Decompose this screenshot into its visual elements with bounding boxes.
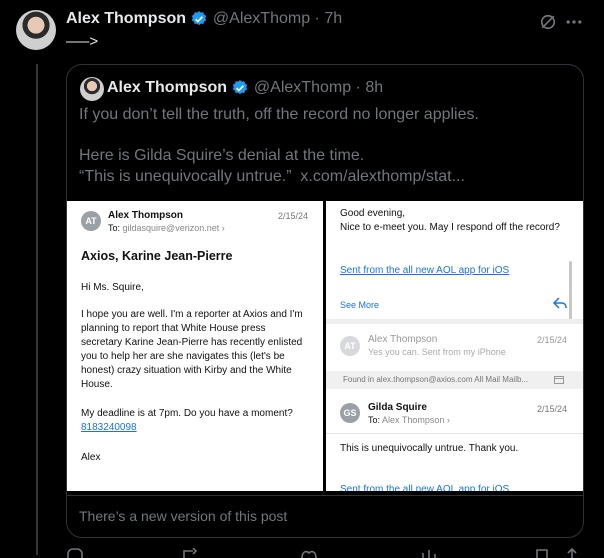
gs-aol-link: Sent from the all new AOL app for iOS <box>340 484 510 491</box>
gs-avatar: GS <box>340 403 360 423</box>
grok-icon[interactable] <box>538 12 558 32</box>
gs-sender: Gilda Squire <box>368 402 427 413</box>
collapsed-email-date: 2/15/24 <box>537 335 568 345</box>
like-icon[interactable] <box>300 548 318 558</box>
found-in-text: Found in alex.thompson@axios.com All Mai… <box>343 375 529 384</box>
reply-line-1: Good evening, <box>340 208 406 219</box>
collapsed-email-sender: Alex Thompson <box>368 334 438 345</box>
email-date: 2/15/24 <box>278 211 309 221</box>
email-screenshot-left: AT Alex Thompson 2/15/24 To: gildasquire… <box>67 201 323 491</box>
thread-line <box>36 64 38 555</box>
views-icon[interactable] <box>420 548 438 558</box>
post-header: Alex Thompson @AlexThomp · 7h <box>66 10 342 28</box>
author-name[interactable]: Alex Thompson <box>66 10 186 27</box>
email-paragraph-2: My deadline is at 7pm. Do you have a mom… <box>81 408 293 419</box>
see-more-link: See More <box>340 300 380 310</box>
more-options-icon[interactable] <box>564 12 584 32</box>
email-screenshot-right: Good evening, Nice to e-meet you. May I … <box>326 201 583 491</box>
email-to-address: gildasquire@verizon.net <box>122 223 220 233</box>
reply-icon <box>552 297 567 309</box>
verified-badge-icon <box>233 80 248 95</box>
found-in-bar: Found in alex.thompson@axios.com All Mai… <box>326 371 583 389</box>
email-sender: Alex Thompson <box>108 210 184 221</box>
email-subject: Axios, Karine Jean-Pierre <box>81 249 233 263</box>
quoted-post-time: · 8h <box>355 79 384 97</box>
email-avatar: AT <box>81 211 101 231</box>
email-recipient: To: gildasquire@verizon.net › <box>108 223 225 233</box>
gs-date: 2/15/24 <box>537 404 568 414</box>
quoted-author-name: Alex Thompson <box>107 79 228 97</box>
quoted-author-avatar <box>80 77 104 101</box>
email-signoff: Alex <box>81 452 101 463</box>
verified-badge-icon <box>192 11 207 26</box>
divider <box>326 433 583 434</box>
author-avatar[interactable] <box>16 10 56 50</box>
quoted-line-2: Here is Gilda Squire’s denial at the tim… <box>79 147 365 164</box>
email-phone-link: 8183240098 <box>81 422 137 433</box>
aol-signature-link: Sent from the all new AOL app for iOS <box>340 265 510 276</box>
quoted-post[interactable]: Alex Thompson @AlexThomp · 8h If you don… <box>66 64 584 538</box>
gs-recipient: To: Alex Thompson › <box>368 415 450 425</box>
post-text: —–> <box>66 33 99 50</box>
thread-separator <box>326 319 583 324</box>
chevron-right-icon: › <box>446 415 450 425</box>
email-to-label: To: <box>108 223 121 233</box>
reply-line-2: Nice to e-meet you. May I respond off th… <box>340 222 560 233</box>
chevron-right-icon: › <box>221 223 225 233</box>
collapsed-email-avatar: AT <box>340 336 360 356</box>
author-handle[interactable]: @AlexThomp <box>213 10 310 27</box>
quoted-line-3: “This is unequivocally untrue.” x.com/al… <box>79 168 465 185</box>
post-time[interactable]: · 7h <box>315 10 343 27</box>
folder-icon <box>554 376 564 384</box>
new-version-text[interactable]: There’s a new version of this post <box>79 508 287 524</box>
quoted-media[interactable]: AT Alex Thompson 2/15/24 To: gildasquire… <box>67 201 583 493</box>
collapsed-email-preview: Yes you can. Sent from my iPhone <box>368 347 506 357</box>
bookmark-icon[interactable] <box>534 548 550 558</box>
share-icon[interactable] <box>564 548 580 558</box>
quoted-header: Alex Thompson @AlexThomp · 8h <box>107 79 383 97</box>
new-version-notice[interactable]: There’s a new version of this post <box>67 495 583 537</box>
scrollbar <box>569 261 572 321</box>
quoted-line-1: If you don’t tell the truth, off the rec… <box>79 106 479 123</box>
email-greeting: Hi Ms. Squire, <box>81 282 144 293</box>
email-paragraph-1: I hope you are well. I'm a reporter at A… <box>81 309 303 390</box>
quoted-author-handle: @AlexThomp <box>253 79 352 97</box>
post-actions <box>66 540 582 558</box>
reply-icon[interactable] <box>66 548 84 558</box>
repost-icon[interactable] <box>180 548 200 558</box>
gs-body: This is unequivocally untrue. Thank you. <box>340 443 519 454</box>
